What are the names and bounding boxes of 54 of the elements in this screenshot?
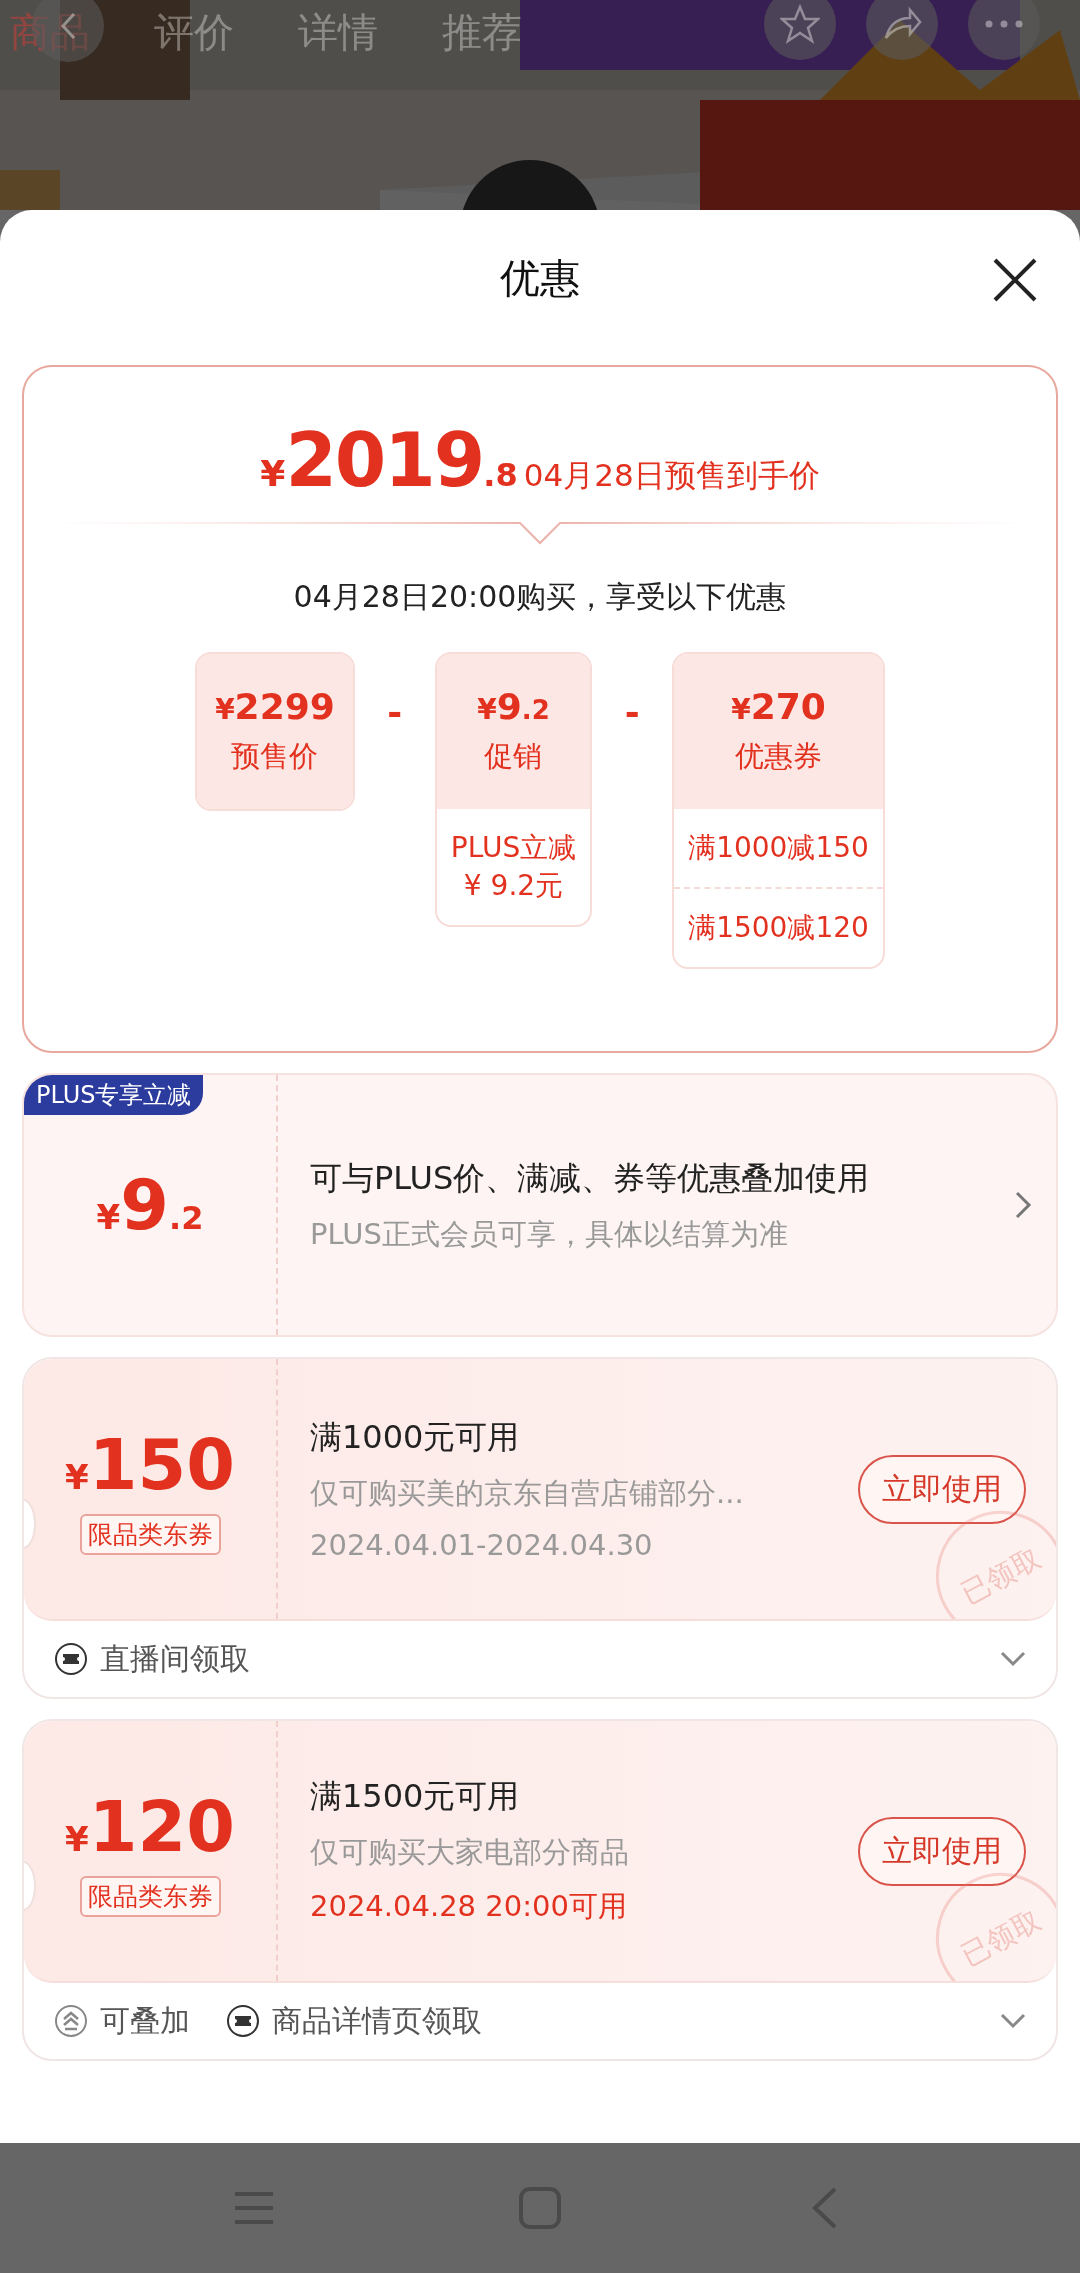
coupon-validity: 2024.04.28 20:00可用 bbox=[310, 1888, 628, 1925]
breakdown-detail: PLUS立减 ¥ 9.2元 bbox=[449, 830, 578, 904]
coupon-source: 直播间领取 bbox=[100, 1639, 250, 1678]
amount-decimal: .2 bbox=[169, 1199, 204, 1237]
purchase-note: 04月28日20:00购买，享受以下优惠 bbox=[293, 578, 787, 616]
breakdown-detail: 满1000减150 bbox=[687, 830, 870, 866]
price-label: 04月28日预售到手价 bbox=[523, 456, 820, 495]
coupon-source: 商品详情页领取 bbox=[272, 2001, 482, 2040]
sheet-title: 优惠 bbox=[500, 253, 580, 303]
plus-badge: PLUS专享立减 bbox=[24, 1075, 204, 1115]
star-icon[interactable] bbox=[780, 4, 820, 44]
currency-sign: ¥ bbox=[96, 1197, 121, 1237]
ticket-icon bbox=[226, 2004, 260, 2038]
breakdown-label: 促销 bbox=[484, 738, 543, 775]
price-value: 2019 bbox=[285, 417, 484, 503]
currency-sign: ¥ bbox=[260, 453, 286, 494]
breakdown-detail: 满1500减120 bbox=[674, 886, 883, 967]
use-now-button[interactable]: 立即使用 bbox=[858, 1454, 1026, 1524]
chevron-right-icon[interactable] bbox=[1014, 1190, 1032, 1220]
offer-card[interactable]: ¥9.2 可与PLUS价、满减、券等优惠叠加使用 PLUS正式会员可享，具体以结算为准 PLUS专享立减 bbox=[22, 1073, 1058, 1337]
coupon-title: 满1000元可用 bbox=[310, 1417, 521, 1458]
currency-sign: ¥ bbox=[65, 1456, 89, 1497]
currency-sign: ¥ bbox=[731, 693, 751, 726]
coupon-title: 满1500元可用 bbox=[310, 1776, 521, 1817]
amount-decimal: .2 bbox=[521, 695, 550, 725]
currency-sign: ¥ bbox=[477, 693, 497, 726]
amount-value: 9 bbox=[120, 1164, 169, 1246]
chevron-down-icon[interactable] bbox=[1000, 2013, 1026, 2029]
coupon-validity: 2024.04.01-2024.04.30 bbox=[310, 1528, 654, 1562]
breakdown-label: 预售价 bbox=[231, 738, 319, 775]
currency-sign: ¥ bbox=[65, 1818, 89, 1859]
amount-value: 270 bbox=[750, 686, 826, 727]
ticket-icon bbox=[54, 1642, 88, 1676]
breakdown-label: 优惠券 bbox=[735, 738, 822, 775]
coupon-type-tag: 限品类东券 bbox=[79, 1513, 221, 1555]
coupon-description: 仅可购买大家电部分商品 bbox=[310, 1834, 630, 1871]
price-decimal: .8 bbox=[483, 456, 518, 494]
amount-value: 2299 bbox=[234, 686, 335, 727]
chevron-down-icon[interactable] bbox=[1000, 1651, 1026, 1667]
amount-value: 120 bbox=[88, 1785, 235, 1868]
currency-sign: ¥ bbox=[215, 693, 235, 726]
coupon-type-tag: 限品类东券 bbox=[79, 1875, 221, 1917]
coupon-source: 可叠加 bbox=[100, 2001, 190, 2040]
amount-value: 150 bbox=[88, 1423, 235, 1506]
offer-title: 可与PLUS价、满减、券等优惠叠加使用 bbox=[310, 1157, 871, 1199]
coupon-description: 仅可购买美的京东自营店铺部分... bbox=[310, 1475, 745, 1512]
offer-subtitle: PLUS正式会员可享，具体以结算为准 bbox=[310, 1216, 789, 1254]
minus-sign: - bbox=[623, 692, 641, 733]
more-icon[interactable] bbox=[984, 19, 1024, 29]
amount-value: 9 bbox=[496, 686, 522, 727]
stack-icon bbox=[54, 2004, 88, 2038]
use-now-button[interactable]: 立即使用 bbox=[858, 1816, 1026, 1886]
close-icon[interactable] bbox=[992, 257, 1038, 303]
minus-sign: - bbox=[386, 692, 404, 733]
